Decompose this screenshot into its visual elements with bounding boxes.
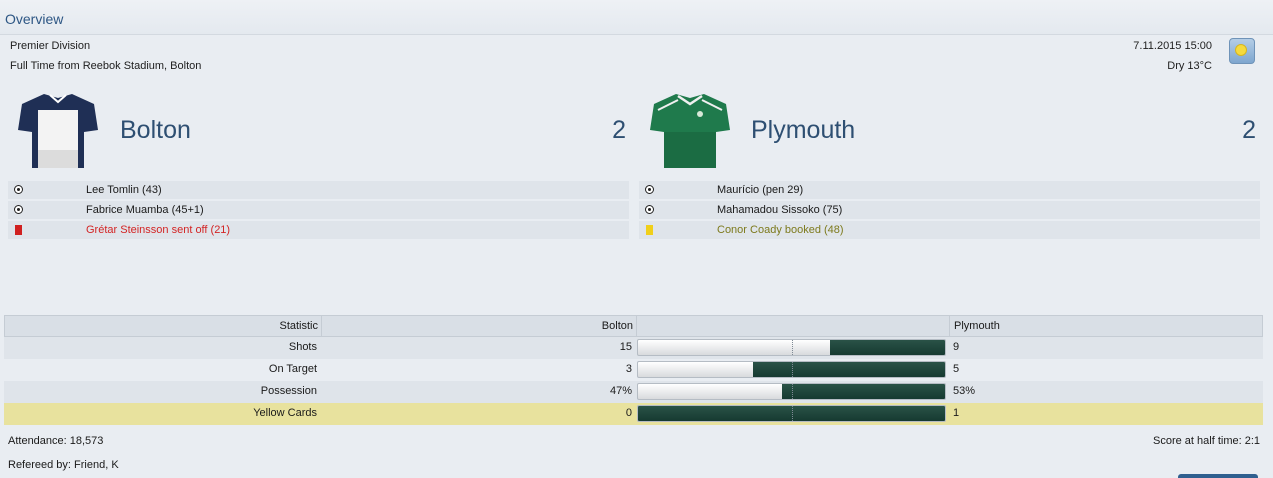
panel-header: Overview <box>0 0 1273 35</box>
stat-home-value: 3 <box>625 363 632 375</box>
away-event-row: Conor Coady booked (48) <box>639 221 1260 240</box>
match-datetime: 7.11.2015 15:00 <box>1133 40 1212 52</box>
continue-button[interactable] <box>1178 474 1258 478</box>
event-text[interactable]: Conor Coady booked (48) <box>717 224 844 236</box>
home-score: 2 <box>612 116 626 144</box>
away-score: 2 <box>1242 116 1256 144</box>
home-column-header[interactable]: Bolton <box>325 320 633 332</box>
stats-row-possession: Possession 47% 53% <box>4 381 1263 403</box>
event-text[interactable]: Mahamadou Sissoko (75) <box>717 204 842 216</box>
stat-label: Shots <box>288 341 317 353</box>
goal-ball-icon <box>645 185 654 194</box>
home-event-row: Lee Tomlin (43) <box>8 181 629 200</box>
match-result-label: Full Time from Reebok Stadium, Bolton <box>10 60 202 72</box>
stat-away-value: 1 <box>953 407 960 419</box>
weather-label: Dry 13°C <box>1167 60 1212 72</box>
goal-ball-icon <box>645 205 654 214</box>
home-event-row: Grétar Steinsson sent off (21) <box>8 221 629 240</box>
stat-label: Possession <box>260 385 317 397</box>
stats-row-yellow-cards: Yellow Cards 0 1 <box>4 403 1263 425</box>
stat-comparison-bar <box>637 383 946 400</box>
event-text[interactable]: Maurício (pen 29) <box>717 184 803 196</box>
panel-title: Overview <box>5 11 64 27</box>
away-event-row: Maurício (pen 29) <box>639 181 1260 200</box>
stat-label: Yellow Cards <box>253 407 317 419</box>
away-team-name[interactable]: Plymouth <box>751 116 855 145</box>
stats-row-shots: Shots 15 9 <box>4 337 1263 359</box>
goal-ball-icon <box>14 185 23 194</box>
event-text[interactable]: Fabrice Muamba (45+1) <box>86 204 204 216</box>
away-column-header[interactable]: Plymouth <box>954 320 1000 332</box>
home-event-row: Fabrice Muamba (45+1) <box>8 201 629 220</box>
sunny-weather-icon <box>1229 38 1255 64</box>
away-shirt-icon[interactable] <box>648 90 732 172</box>
stat-home-value: 0 <box>625 407 632 419</box>
away-event-row: Mahamadou Sissoko (75) <box>639 201 1260 220</box>
half-time-score-label: Score at half time: 2:1 <box>1153 435 1260 447</box>
referee-label[interactable]: Refereed by: Friend, K <box>8 459 119 471</box>
stat-away-value: 9 <box>953 341 960 353</box>
stat-home-value: 15 <box>619 341 632 353</box>
stat-away-value: 5 <box>953 363 960 375</box>
stat-comparison-bar <box>637 405 946 422</box>
red-card-icon <box>15 225 22 235</box>
home-shirt-icon[interactable] <box>16 90 100 172</box>
event-text[interactable]: Lee Tomlin (43) <box>86 184 162 196</box>
stat-home-value: 47% <box>609 385 632 397</box>
stat-comparison-bar <box>637 361 946 378</box>
yellow-card-icon <box>646 225 653 235</box>
stat-away-value: 53% <box>953 385 976 397</box>
event-text[interactable]: Grétar Steinsson sent off (21) <box>86 224 230 236</box>
home-team-name[interactable]: Bolton <box>120 116 191 145</box>
attendance-label: Attendance: 18,573 <box>8 435 104 447</box>
goal-ball-icon <box>14 205 23 214</box>
competition-label[interactable]: Premier Division <box>10 40 90 52</box>
statistic-column-header[interactable]: Statistic <box>5 320 318 332</box>
stats-header-row: Statistic Bolton Plymouth <box>4 315 1263 338</box>
stats-row-on-target: On Target 3 5 <box>4 359 1263 381</box>
stat-label: On Target <box>268 363 317 375</box>
stat-comparison-bar <box>637 339 946 356</box>
